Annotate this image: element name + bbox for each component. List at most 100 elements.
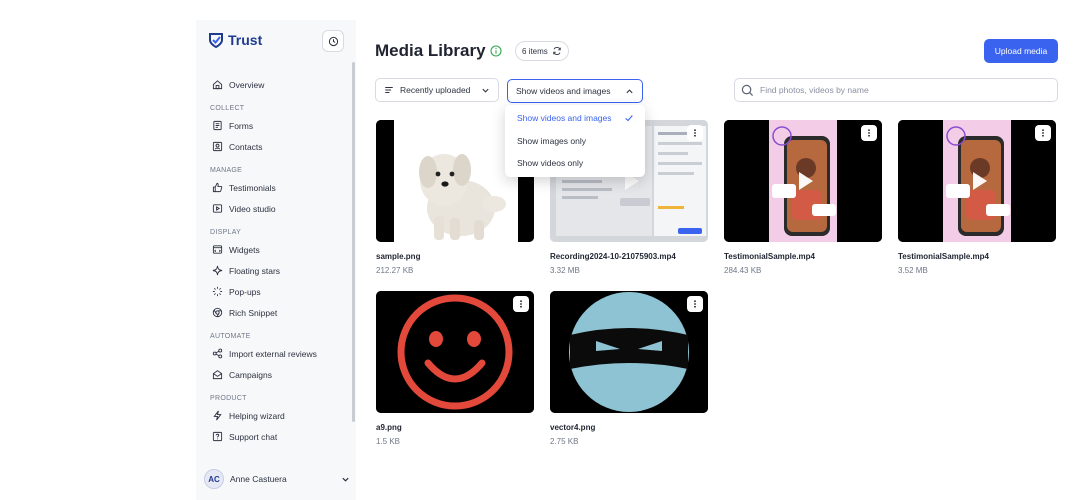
user-name: Anne Castuera [230,474,287,484]
more-options-button[interactable] [687,125,703,141]
more-vertical-icon [1042,129,1044,137]
share-nodes-icon [212,348,223,359]
sidebar-item-rich-snippet[interactable]: Rich Snippet [196,302,348,323]
media-file-name: TestimonialSample.mp4 [724,252,815,261]
media-file-name: TestimonialSample.mp4 [898,252,989,261]
more-options-button[interactable] [861,125,877,141]
more-vertical-icon [694,129,696,137]
sidebar-item-import-reviews[interactable]: Import external reviews [196,343,348,364]
sidebar-item-overview[interactable]: Overview [196,74,348,95]
thumbs-up-icon [212,182,223,193]
sidebar-item-popups[interactable]: Pop-ups [196,281,348,302]
more-options-button[interactable] [513,296,529,312]
media-file-size: 1.5 KB [376,437,401,446]
mail-open-icon [212,370,223,380]
chevron-down-icon [482,88,489,93]
sidebar-item-label: Testimonials [229,182,276,193]
sidebar-item-video-studio[interactable]: Video studio [196,198,348,219]
sort-select[interactable]: Recently uploaded [375,78,499,102]
avatar: AC [204,469,224,489]
widget-icon [212,245,223,254]
home-icon [212,80,223,90]
play-icon[interactable] [799,172,813,190]
item-count-badge[interactable]: 6 items [515,41,569,61]
media-thumbnail[interactable] [898,120,1056,242]
section-automate: AUTOMATE [210,333,251,340]
sidebar-item-contacts[interactable]: Contacts [196,136,348,157]
shield-check-icon [209,33,223,48]
sidebar-item-campaigns[interactable]: Campaigns [196,364,348,385]
media-card[interactable]: TestimonialSample.mp4 3.52 MB [898,120,1056,275]
more-vertical-icon [868,129,870,137]
sidebar-scrollbar[interactable] [352,62,355,422]
chevron-up-icon [626,88,633,93]
menu-option-label: Show images only [517,135,586,146]
sidebar-item-label: Forms [229,120,254,131]
contact-card-icon [212,141,223,152]
help-chat-icon [212,431,223,442]
smiley-image [376,291,534,413]
chevron-down-icon [342,477,349,482]
search-field[interactable] [734,78,1058,102]
media-file-size: 3.52 MB [898,266,928,275]
sidebar-item-helping-wizard[interactable]: Helping wizard [196,405,348,426]
sidebar-nav: Overview COLLECT Forms Contacts MANAGE T… [196,74,348,460]
sidebar-item-label: Support chat [229,431,278,442]
play-icon[interactable] [973,172,987,190]
sort-select-value: Recently uploaded [400,85,471,95]
chrome-icon [212,307,223,318]
upload-media-button[interactable]: Upload media [984,39,1058,63]
menu-option-videos-and-images[interactable]: Show videos and images [505,107,645,130]
media-thumbnail[interactable] [724,120,882,242]
brand-name: Trust [228,32,263,48]
media-card[interactable]: a9.png 1.5 KB [376,291,534,446]
search-input[interactable] [760,85,1040,95]
media-card[interactable]: vector4.png 2.75 KB [550,291,708,446]
media-type-select[interactable]: Show videos and images [507,79,643,103]
refresh-icon[interactable] [552,46,562,56]
user-menu[interactable]: AC Anne Castuera [204,468,350,490]
media-card[interactable]: TestimonialSample.mp4 284.43 KB [724,120,882,275]
media-thumbnail[interactable] [550,291,708,413]
item-count: 6 items [522,46,548,56]
media-type-select-value: Show videos and images [516,86,611,96]
info-icon[interactable] [490,45,502,57]
sidebar-item-label: Video studio [229,203,276,214]
ninja-image [550,291,708,413]
sort-lines-icon [385,87,393,93]
sidebar-item-testimonials[interactable]: Testimonials [196,177,348,198]
sidebar-item-label: Widgets [229,244,260,255]
sidebar-item-label: Contacts [229,141,263,152]
media-file-size: 284.43 KB [724,266,762,275]
sidebar-item-widgets[interactable]: Widgets [196,239,348,260]
brand-logo[interactable]: Trust [208,32,262,48]
media-thumbnail[interactable] [376,291,534,413]
checkmark-icon [625,115,633,122]
sidebar-item-label: Import external reviews [229,348,317,359]
menu-option-label: Show videos only [517,158,584,169]
sidebar-item-label: Rich Snippet [229,307,278,318]
history-button[interactable] [322,30,344,52]
sparkle-icon [212,265,223,276]
media-file-size: 212.27 KB [376,266,414,275]
video-icon [212,204,223,213]
sidebar-item-forms[interactable]: Forms [196,115,348,136]
more-options-button[interactable] [687,296,703,312]
sidebar-item-label: Helping wizard [229,410,285,421]
menu-option-images-only[interactable]: Show images only [505,130,645,153]
media-file-name: vector4.png [550,423,596,432]
section-manage: MANAGE [210,167,243,174]
section-collect: COLLECT [210,105,245,112]
sidebar-item-support-chat[interactable]: Support chat [196,426,348,447]
menu-option-videos-only[interactable]: Show videos only [505,152,645,175]
more-options-button[interactable] [1035,125,1051,141]
sidebar-item-label: Campaigns [229,369,272,380]
media-file-name: Recording2024-10-21075903.mp4 [550,252,676,261]
form-icon [213,120,222,131]
sidebar-item-floating-stars[interactable]: Floating stars [196,260,348,281]
section-product: PRODUCT [210,395,247,402]
loader-icon [212,286,223,297]
media-file-name: sample.png [376,252,421,261]
sidebar: Trust Overview COLLECT Forms Contacts MA… [196,20,356,500]
sidebar-item-label: Overview [229,79,265,90]
